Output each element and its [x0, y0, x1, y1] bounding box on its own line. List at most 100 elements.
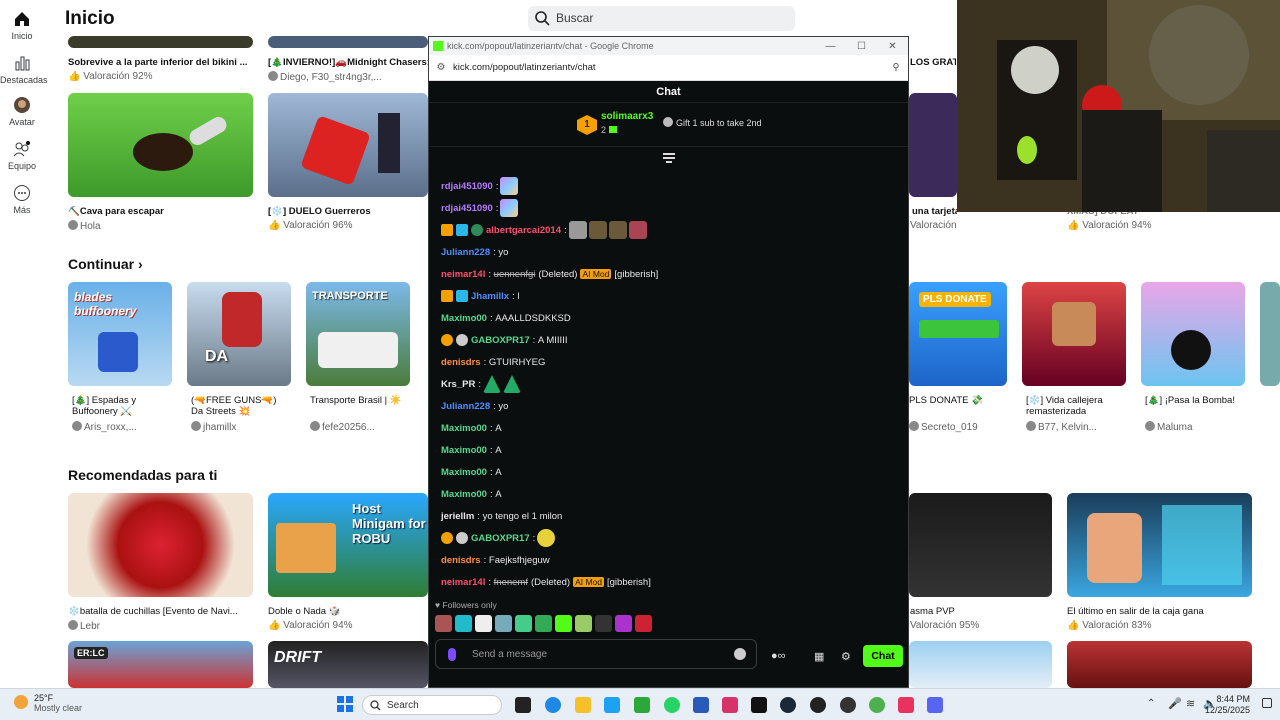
chat-username[interactable]: Jhamillx	[471, 291, 509, 302]
weather-widget[interactable]: 25°F Mostly clear	[14, 693, 82, 713]
steam-icon[interactable]	[780, 697, 796, 713]
chat-username[interactable]: Krs_PR	[441, 379, 475, 390]
emoji-picker-icon[interactable]	[734, 648, 746, 660]
twitter-icon[interactable]	[604, 697, 620, 713]
emote-button[interactable]	[475, 615, 492, 632]
app-icon[interactable]	[840, 697, 856, 713]
wifi-icon[interactable]: ≋	[1186, 697, 1195, 710]
xbox-icon[interactable]	[634, 697, 650, 713]
game-tile[interactable]	[68, 93, 253, 197]
game-tile[interactable]	[1067, 493, 1252, 597]
game-tile[interactable]: blades buffoonery	[68, 282, 172, 386]
mic-icon[interactable]	[448, 648, 456, 661]
game-tile[interactable]	[268, 93, 428, 197]
game-title[interactable]: asma PVP	[910, 606, 1050, 617]
game-title[interactable]: ⛏️Cava para escapar	[68, 206, 164, 217]
emote-button[interactable]	[575, 615, 592, 632]
chat-username[interactable]: albertgarcai2014	[486, 225, 561, 236]
url-text[interactable]: kick.com/popout/latinzeriantv/chat	[453, 62, 596, 73]
chat-username[interactable]: Juliann228	[441, 247, 490, 258]
game-tile[interactable]: ER:LC	[68, 641, 253, 688]
store-icon[interactable]: ▦	[814, 650, 824, 663]
outlook-icon[interactable]	[693, 697, 709, 713]
game-title[interactable]: una tarjeta de baloncesto	[912, 206, 957, 217]
gift-prompt[interactable]: Gift 1 sub to take 2nd	[663, 117, 762, 128]
chat-input[interactable]: Send a message	[435, 639, 757, 669]
chat-username[interactable]: rdjai451090	[441, 203, 493, 214]
emote-button[interactable]	[495, 615, 512, 632]
game-tile[interactable]: PLS DONATE	[909, 282, 1007, 386]
chat-username[interactable]: Maximo00	[441, 489, 487, 500]
game-tile[interactable]	[68, 493, 253, 597]
game-title[interactable]: PLS DONATE 💸	[909, 395, 1007, 406]
instagram-icon[interactable]	[722, 697, 738, 713]
notification-icon[interactable]	[1262, 698, 1272, 708]
chat-username[interactable]: neimar14l	[441, 269, 485, 280]
whatsapp-icon[interactable]	[664, 697, 680, 713]
nav-avatar[interactable]: Avatar	[0, 96, 44, 127]
game-tile[interactable]	[909, 93, 957, 197]
emote-button[interactable]	[535, 615, 552, 632]
game-title[interactable]: [❄️] DUELO Guerreros	[268, 206, 371, 217]
window-titlebar[interactable]: kick.com/popout/latinzeriantv/chat - Goo…	[429, 37, 908, 55]
taskbar-search[interactable]: Search	[362, 695, 502, 715]
game-tile[interactable]	[268, 36, 428, 48]
game-tile[interactable]: TRANSPORTE	[306, 282, 410, 386]
settings-gear-icon[interactable]: ⚙	[841, 650, 851, 663]
emote-button[interactable]	[595, 615, 612, 632]
close-button[interactable]: ✕	[877, 41, 908, 52]
edge-icon[interactable]	[545, 697, 561, 713]
game-tile[interactable]	[1022, 282, 1126, 386]
game-title[interactable]: LOS GRATIS	[910, 57, 956, 68]
capcut-icon[interactable]	[898, 697, 914, 713]
chat-username[interactable]: Maximo00	[441, 313, 487, 324]
send-chat-button[interactable]: Chat	[863, 645, 903, 667]
chat-username[interactable]: GABOXPR17	[471, 533, 530, 544]
discord-icon[interactable]	[927, 697, 943, 713]
chrome-icon[interactable]	[869, 697, 885, 713]
emote-button[interactable]	[635, 615, 652, 632]
chat-username[interactable]: rdjai451090	[441, 181, 493, 192]
nav-team[interactable]: Equipo	[0, 140, 44, 171]
game-title[interactable]: El último en salir de la caja gana	[1067, 606, 1252, 617]
chat-username[interactable]: jeriellm	[441, 511, 474, 522]
minimize-button[interactable]: —	[815, 41, 846, 52]
game-tile[interactable]: DRIFT	[268, 641, 428, 688]
windows-start-icon[interactable]	[337, 696, 353, 712]
chat-username[interactable]: denisdrs	[441, 357, 481, 368]
chat-username[interactable]: Maximo00	[441, 445, 487, 456]
chat-username[interactable]: Juliann228	[441, 401, 490, 412]
tray-chevron-icon[interactable]: ⌃	[1147, 698, 1155, 709]
task-view-icon[interactable]	[515, 697, 531, 713]
clock[interactable]: 8:44 PM 12/25/2025	[1205, 694, 1250, 716]
game-tile[interactable]	[68, 36, 253, 48]
chat-username[interactable]: Maximo00	[441, 467, 487, 478]
game-tile[interactable]	[1067, 641, 1252, 688]
nav-more[interactable]: Más	[0, 184, 44, 215]
nav-featured[interactable]: Destacadas	[0, 54, 48, 85]
section-continue[interactable]: Continuar ›	[68, 256, 143, 272]
game-title[interactable]: [🎄] Espadas y Buffoonery ⚔️	[72, 395, 172, 419]
kick-coins-icon[interactable]: ●∞	[771, 650, 786, 662]
maximize-button[interactable]: ☐	[846, 41, 877, 52]
chat-username[interactable]: Maximo00	[441, 423, 487, 434]
emote-button[interactable]	[455, 615, 472, 632]
tiktok-icon[interactable]	[751, 697, 767, 713]
chat-username[interactable]: GABOXPR17	[471, 335, 530, 346]
game-title[interactable]: [❄️] Vida callejera remasterizada	[1026, 395, 1126, 419]
game-title[interactable]: Transporte Brasil | ☀️	[310, 395, 410, 419]
file-explorer-icon[interactable]	[575, 697, 591, 713]
site-settings-icon[interactable]: ⚙	[429, 62, 453, 73]
game-tile[interactable]: Host Minigam for ROBU	[268, 493, 428, 597]
emote-button[interactable]	[435, 615, 452, 632]
game-title[interactable]: Doble o Nada 🎲	[268, 606, 341, 617]
search-input[interactable]: Buscar	[528, 6, 795, 31]
top-gifter-name[interactable]: solimaarx3	[601, 111, 653, 122]
game-tile[interactable]	[1141, 282, 1245, 386]
game-title[interactable]: [🎄] ¡Pasa la Bomba!	[1145, 395, 1245, 406]
chat-username[interactable]: neimar14l	[441, 577, 485, 588]
mic-tray-icon[interactable]: 🎤	[1168, 697, 1182, 710]
chat-username[interactable]: denisdrs	[441, 555, 481, 566]
game-tile[interactable]: DA	[187, 282, 291, 386]
game-tile[interactable]	[909, 493, 1052, 597]
